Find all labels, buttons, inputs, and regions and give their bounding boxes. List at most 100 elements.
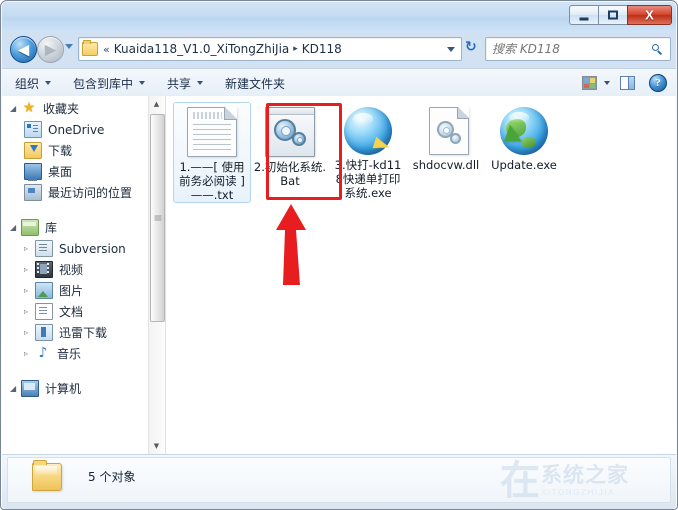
breadcrumb-bar[interactable]: « Kuaida118_V1.0_XiTongZhiJia ▸ KD118 — [78, 37, 462, 61]
file-item[interactable]: Update.exe — [485, 102, 563, 203]
downloads-icon — [24, 142, 42, 159]
minimize-button[interactable] — [569, 5, 598, 25]
content-area: ◢ ★ 收藏夹 OneDrive 下载 桌面 最近访问的位置 ◢ 库 ▹ Sub… — [2, 96, 676, 454]
search-input[interactable] — [492, 42, 642, 56]
expander-icon[interactable]: ◢ — [10, 384, 19, 393]
sidebar-scrollbar[interactable]: ▲ ▼ — [148, 96, 165, 454]
sidebar-item-onedrive[interactable]: OneDrive — [2, 119, 149, 140]
desktop-icon — [24, 163, 42, 181]
change-view-button[interactable] — [582, 72, 620, 94]
expander-icon[interactable]: ▹ — [24, 349, 33, 358]
text-file-icon — [187, 107, 237, 157]
back-button[interactable]: ◀ — [10, 36, 37, 63]
thunder-download-icon — [35, 324, 53, 341]
expander-icon[interactable]: ▹ — [24, 244, 33, 253]
chevron-down-icon[interactable] — [604, 81, 610, 85]
scroll-up-icon[interactable]: ▲ — [149, 96, 164, 112]
status-item-count: 5 个对象 — [88, 470, 136, 484]
pictures-icon — [35, 282, 53, 299]
folder-icon — [82, 40, 98, 56]
view-icon — [582, 76, 597, 90]
toolbar-share-label: 共享 — [167, 76, 192, 91]
close-icon: X — [645, 7, 654, 23]
file-item[interactable]: shdocvw.dll — [407, 102, 485, 203]
sidebar-item-desktop[interactable]: 桌面 — [2, 161, 149, 182]
file-name: shdocvw.dll — [412, 158, 480, 172]
forward-button[interactable]: ▶ — [37, 36, 64, 63]
expander-icon[interactable]: ▹ — [24, 286, 33, 295]
sidebar-item-desktop-label: 桌面 — [48, 165, 73, 179]
sidebar-item-subversion-label: Subversion — [59, 241, 126, 256]
expander-icon[interactable]: ▹ — [24, 328, 33, 337]
file-item[interactable]: 1.——[ 使用前务必阅读 ]——.txt — [173, 102, 251, 203]
refresh-icon[interactable]: ↻ — [465, 40, 477, 54]
file-name: 3.快打-kd118快递单打印系统.exe — [334, 158, 402, 200]
file-list-pane[interactable]: 1.——[ 使用前务必阅读 ]——.txt 2.初始化系统.Bat 3.快打-k… — [166, 96, 676, 454]
help-button[interactable]: ? — [649, 72, 676, 94]
toolbar-organize-label: 组织 — [15, 76, 40, 91]
onedrive-icon — [24, 121, 42, 138]
videos-icon — [35, 261, 53, 278]
scroll-down-icon[interactable]: ▼ — [149, 438, 164, 454]
file-name: 2.初始化系统.Bat — [253, 160, 327, 188]
library-icon — [21, 219, 39, 236]
sidebar-item-recent-places[interactable]: 最近访问的位置 — [2, 182, 149, 203]
expander-icon[interactable]: ◢ — [10, 104, 19, 113]
sidebar-item-downloads-label: 下载 — [48, 144, 73, 158]
toolbar-include-in-library-label: 包含到库中 — [73, 76, 134, 91]
maximize-icon — [608, 10, 618, 20]
sidebar-item-documents[interactable]: ▹ 文档 — [2, 301, 149, 322]
breadcrumb-item-parent[interactable]: Kuaida118_V1.0_XiTongZhiJia — [114, 42, 290, 56]
maximize-button[interactable] — [598, 5, 627, 25]
chevron-down-icon — [45, 81, 52, 85]
scrollbar-grip-icon — [154, 215, 161, 221]
title-bar: X — [2, 2, 676, 32]
sidebar-item-subversion[interactable]: ▹ Subversion — [2, 238, 149, 259]
file-item[interactable]: 2.初始化系统.Bat — [251, 102, 329, 203]
status-bar: 5 个对象 在 系统之家 XITONGZHIJIA — [2, 454, 676, 509]
file-grid: 1.——[ 使用前务必阅读 ]——.txt 2.初始化系统.Bat 3.快打-k… — [173, 102, 563, 203]
file-item[interactable]: 3.快打-kd118快递单打印系统.exe — [329, 102, 407, 203]
sidebar-item-thunder-download[interactable]: ▹ 迅雷下载 — [2, 322, 149, 343]
sidebar-item-pictures[interactable]: ▹ 图片 — [2, 280, 149, 301]
breadcrumb-overflow-icon[interactable]: « — [103, 43, 110, 56]
sidebar-item-thunder-download-label: 迅雷下载 — [59, 326, 108, 340]
expander-icon[interactable]: ▹ — [24, 265, 33, 274]
sidebar-group-favorites[interactable]: ◢ ★ 收藏夹 — [2, 98, 149, 119]
kd118-app-icon — [344, 107, 392, 155]
sidebar-item-videos[interactable]: ▹ 视频 — [2, 259, 149, 280]
expander-icon[interactable]: ◢ — [10, 223, 19, 232]
file-name: Update.exe — [491, 158, 557, 172]
expander-icon[interactable]: ▹ — [24, 307, 33, 316]
recent-pages-dropdown-icon[interactable] — [65, 44, 73, 49]
sidebar-group-computer[interactable]: ◢ 计算机 — [2, 378, 149, 399]
dll-file-icon — [428, 107, 469, 155]
toolbar-include-in-library-button[interactable]: 包含到库中 — [64, 72, 154, 94]
sidebar-item-documents-label: 文档 — [59, 305, 84, 319]
toolbar-organize-button[interactable]: 组织 — [6, 72, 60, 94]
close-button[interactable]: X — [627, 5, 672, 25]
breadcrumb-separator-icon[interactable]: ▸ — [293, 44, 298, 54]
breadcrumb-item-current[interactable]: KD118 — [302, 42, 342, 56]
sidebar-group-libraries[interactable]: ◢ 库 — [2, 217, 149, 238]
navigation-tree: ◢ ★ 收藏夹 OneDrive 下载 桌面 最近访问的位置 ◢ 库 ▹ Sub… — [2, 98, 149, 399]
search-box[interactable] — [485, 37, 671, 61]
subversion-icon — [35, 240, 53, 257]
scrollbar-thumb[interactable] — [150, 114, 165, 322]
music-icon: ♪ — [38, 345, 48, 361]
sidebar-item-downloads[interactable]: 下载 — [2, 140, 149, 161]
toolbar-share-button[interactable]: 共享 — [158, 72, 212, 94]
file-name: 1.——[ 使用前务必阅读 ]——.txt — [179, 160, 245, 202]
breadcrumb-dropdown-icon[interactable] — [447, 46, 455, 52]
toolbar-new-folder-label: 新建文件夹 — [225, 76, 286, 91]
preview-pane-button[interactable] — [620, 72, 649, 94]
sidebar-item-videos-label: 视频 — [59, 263, 84, 277]
sidebar-item-recent-places-label: 最近访问的位置 — [48, 186, 133, 200]
toolbar-new-folder-button[interactable]: 新建文件夹 — [216, 72, 294, 94]
documents-icon — [35, 303, 53, 320]
star-icon: ★ — [22, 100, 36, 116]
sidebar-item-music[interactable]: ▹ ♪ 音乐 — [2, 343, 149, 364]
minimize-icon — [579, 17, 589, 21]
